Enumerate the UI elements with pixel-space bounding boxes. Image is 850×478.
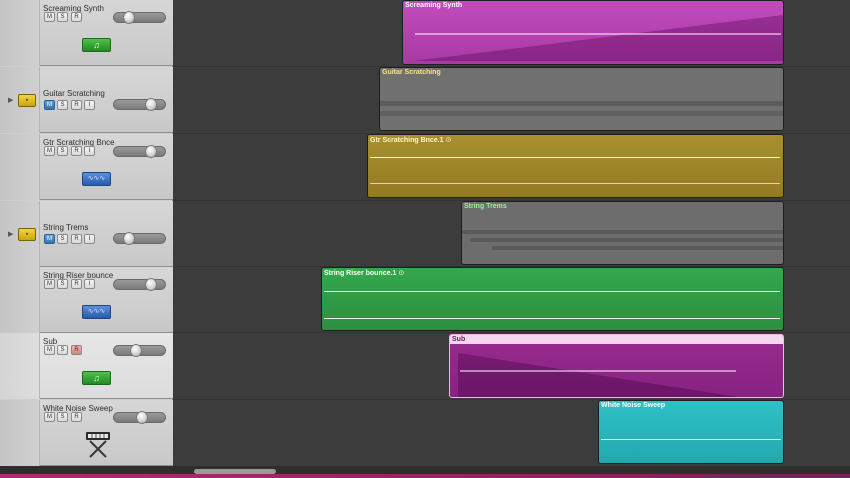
- solo-button[interactable]: S: [57, 12, 68, 22]
- music-note-icon: ♫: [82, 371, 111, 385]
- region-title: Screaming Synth: [405, 2, 463, 9]
- mute-button[interactable]: M: [44, 279, 55, 289]
- volume-slider[interactable]: [113, 344, 166, 357]
- track-icon-well: [0, 400, 40, 466]
- volume-knob[interactable]: [123, 232, 135, 245]
- track-icon-well: [0, 0, 40, 66]
- volume-slider[interactable]: [113, 98, 166, 111]
- waveform-line: [370, 157, 780, 158]
- track-header-gtr-scratching-bnce[interactable]: Gtr Scratching Bnce M S R I ∿∿∿: [0, 134, 173, 200]
- volume-slider[interactable]: [113, 232, 166, 245]
- region-string-trems[interactable]: String Trems: [461, 201, 784, 265]
- input-monitor-button[interactable]: I: [84, 279, 95, 289]
- solo-button[interactable]: S: [57, 100, 68, 110]
- track-header-string-trems[interactable]: ▶ ▪ String Trems M S R I: [0, 201, 173, 267]
- waveform-line: [370, 183, 780, 184]
- input-monitor-button[interactable]: I: [84, 100, 95, 110]
- track-header-guitar-scratching[interactable]: ▶ ▪ Guitar Scratching M S R I: [0, 67, 173, 133]
- record-enable-button[interactable]: R: [71, 279, 82, 289]
- track-name: String Trems: [43, 223, 89, 232]
- solo-button[interactable]: S: [57, 234, 68, 244]
- lane-content-bar: [380, 111, 783, 116]
- solo-button[interactable]: S: [57, 412, 68, 422]
- lane-content-bar: [462, 230, 783, 234]
- volume-knob[interactable]: [145, 98, 157, 111]
- region-gtr-scratching-bnce[interactable]: Gtr Scratching Bnce.1 ⊙: [367, 134, 784, 198]
- volume-slider[interactable]: [113, 145, 166, 158]
- mute-button[interactable]: M: [44, 234, 55, 244]
- midi-velocity-ramp: [458, 353, 738, 397]
- mute-button[interactable]: M: [44, 146, 55, 156]
- track-icon-well: ▶ ▪: [0, 67, 40, 133]
- region-screaming-synth[interactable]: Screaming Synth: [402, 0, 784, 65]
- lane-content-bar: [470, 238, 783, 242]
- disclosure-triangle-icon[interactable]: ▶: [8, 96, 13, 104]
- audio-lane-icon: ▪: [18, 94, 36, 107]
- region-title: Guitar Scratching: [382, 69, 441, 76]
- volume-knob[interactable]: [130, 344, 142, 357]
- mute-button[interactable]: M: [44, 412, 55, 422]
- track-icon-well: [0, 333, 40, 399]
- music-note-icon: ♫: [82, 38, 111, 52]
- input-monitor-button[interactable]: I: [84, 146, 95, 156]
- record-enable-button[interactable]: R: [71, 12, 82, 22]
- volume-slider[interactable]: [113, 411, 166, 424]
- bottom-accent-bar: [0, 474, 850, 478]
- record-enable-button[interactable]: R: [71, 345, 82, 355]
- audio-lane-icon: ▪: [18, 228, 36, 241]
- region-title-bar: [450, 335, 783, 344]
- track-header-screaming-synth[interactable]: Screaming Synth M S R ♫: [0, 0, 173, 66]
- track-icon-well: [0, 134, 40, 200]
- waveform-icon: ∿∿∿: [82, 172, 111, 186]
- disclosure-triangle-icon[interactable]: ▶: [8, 230, 13, 238]
- region-title: String Riser bounce.1 ⊙: [324, 270, 405, 277]
- volume-knob[interactable]: [145, 145, 157, 158]
- mute-button[interactable]: M: [44, 100, 55, 110]
- solo-button[interactable]: S: [57, 345, 68, 355]
- midi-velocity-ramp: [413, 15, 783, 61]
- solo-button[interactable]: S: [57, 146, 68, 156]
- region-string-riser-bounce[interactable]: String Riser bounce.1 ⊙: [321, 267, 784, 331]
- region-title: White Noise Sweep: [601, 402, 666, 409]
- track-header-string-riser-bounce[interactable]: String Riser bounce M S R I ∿∿∿: [0, 267, 173, 333]
- track-name: Guitar Scratching: [43, 89, 105, 98]
- keyboard-stand-icon: [86, 432, 110, 458]
- mute-button[interactable]: M: [44, 345, 55, 355]
- volume-slider[interactable]: [113, 11, 166, 24]
- record-enable-button[interactable]: R: [71, 100, 82, 110]
- volume-knob[interactable]: [136, 411, 148, 424]
- volume-knob[interactable]: [123, 11, 135, 24]
- record-enable-button[interactable]: R: [71, 146, 82, 156]
- waveform-line: [324, 291, 780, 292]
- mute-button[interactable]: M: [44, 12, 55, 22]
- region-white-noise-sweep[interactable]: White Noise Sweep: [598, 400, 784, 464]
- tracks-timeline[interactable]: Screaming Synth Guitar Scratching Gtr Sc…: [174, 0, 850, 466]
- volume-slider[interactable]: [113, 278, 166, 291]
- track-icon-well: [0, 267, 40, 333]
- region-title: Sub: [452, 336, 466, 343]
- region-guitar-scratching[interactable]: Guitar Scratching: [379, 67, 784, 131]
- region-sub[interactable]: Sub: [449, 334, 784, 398]
- solo-button[interactable]: S: [57, 279, 68, 289]
- waveform-icon: ∿∿∿: [82, 305, 111, 319]
- track-header-sub[interactable]: Sub M S R ♫: [0, 333, 173, 399]
- lane-content-bar: [380, 101, 783, 106]
- waveform-line: [324, 318, 780, 319]
- midi-note-line: [601, 439, 781, 440]
- record-enable-button[interactable]: R: [71, 234, 82, 244]
- region-title: Gtr Scratching Bnce.1 ⊙: [370, 137, 452, 144]
- track-header-column: Screaming Synth M S R ♫ ▶ ▪ Guitar Scrat…: [0, 0, 173, 466]
- track-icon-well: ▶ ▪: [0, 201, 40, 267]
- lane-separator: [174, 332, 850, 333]
- record-enable-button[interactable]: R: [71, 412, 82, 422]
- loop-icon: ⊙: [398, 270, 405, 277]
- lane-content-bar: [492, 246, 783, 250]
- volume-knob[interactable]: [145, 278, 157, 291]
- region-title: String Trems: [464, 203, 507, 210]
- loop-icon: ⊙: [445, 137, 452, 144]
- track-header-white-noise-sweep[interactable]: White Noise Sweep M S R: [0, 400, 173, 466]
- input-monitor-button[interactable]: I: [84, 234, 95, 244]
